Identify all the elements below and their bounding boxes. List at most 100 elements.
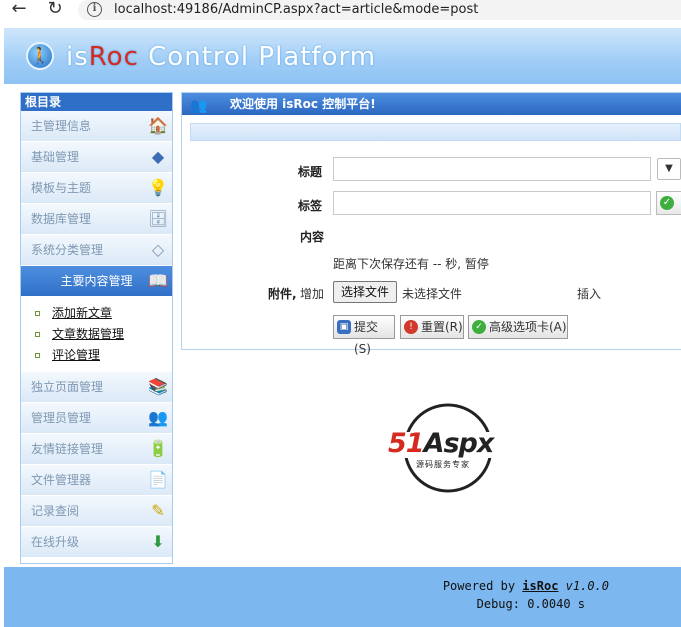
file-icon: 📄 — [148, 470, 168, 489]
panel-subheader — [190, 123, 681, 141]
sidebar-item-links[interactable]: 友情链接管理 🔋 — [21, 434, 172, 465]
sidebar-item-upgrade[interactable]: 在线升级 ⬇ — [21, 527, 172, 558]
powered-name-link[interactable]: isRoc — [522, 579, 558, 593]
sidebar-item-pages[interactable]: 独立页面管理 📚 — [21, 372, 172, 403]
sidebar-item-label: 模板与主题 — [31, 181, 92, 195]
tag-confirm-button[interactable]: ✓ — [656, 191, 681, 215]
chevron-down-icon: ▼ — [665, 163, 673, 174]
tag-icon: ◇ — [151, 240, 165, 259]
sidebar-item-logs[interactable]: 记录查阅 ✎ — [21, 496, 172, 527]
brand-tagline: 源码服务专家 — [416, 460, 470, 469]
sidebar-item-label: 记录查阅 — [31, 504, 80, 518]
bullet-icon — [35, 353, 40, 358]
footer: Powered by isRoc v1.0.0 Debug: 0.0040 s — [4, 567, 681, 627]
advanced-label: 高级选项卡(A) — [489, 320, 567, 334]
sidebar-item-label: 主管理信息 — [31, 119, 92, 133]
sidebar-item-database[interactable]: 数据库管理 🗄 — [21, 204, 172, 235]
reset-label: 重置(R) — [421, 320, 463, 334]
content-label: 内容 — [300, 230, 325, 244]
sidebar-item-label: 管理员管理 — [31, 411, 92, 425]
title-select[interactable]: ▼ — [657, 158, 681, 180]
logo-rest: Control Platform — [138, 42, 377, 72]
back-icon[interactable]: ← — [8, 0, 30, 22]
powered-by: Powered by isRoc v1.0.0 — [443, 579, 609, 593]
logo-roc: Roc — [88, 42, 139, 72]
brand-logo: 51Aspx 源码服务专家 — [386, 402, 510, 494]
sidebar-item-label: 基础管理 — [31, 150, 80, 164]
panel-title: 欢迎使用 isRoc 控制平台! — [230, 97, 376, 111]
autosave-status: 距离下次保存还有 -- 秒, 暂停 — [333, 257, 489, 271]
sidebar-item-files[interactable]: 文件管理器 📄 — [21, 465, 172, 496]
warning-icon: ! — [404, 320, 418, 334]
submit-button[interactable]: ▣ 提交(S) — [333, 315, 395, 356]
powered-prefix: Powered by — [442, 579, 523, 593]
attachment-add-link[interactable]: 增加 — [300, 285, 324, 302]
title-label: 标题 — [298, 165, 323, 179]
database-icon: 🗄 — [148, 209, 169, 228]
lightbulb-icon: 💡 — [148, 178, 168, 197]
tag-input[interactable] — [333, 191, 651, 215]
url-text: localhost:49186/AdminCP.aspx?act=article… — [114, 2, 479, 17]
book-icon: 📖 — [148, 271, 168, 290]
no-file-text: 未选择文件 — [402, 287, 463, 301]
sidebar-item-admins[interactable]: 管理员管理 👥 — [21, 403, 172, 434]
browser-toolbar: ← ↻ i localhost:49186/AdminCP.aspx?act=a… — [0, 0, 681, 22]
house-icon: 🏠 — [148, 116, 168, 135]
submenu-item: 添加新文章 — [35, 303, 172, 324]
users-icon: 👥 — [190, 98, 208, 114]
title-input[interactable] — [333, 157, 651, 181]
logo-is: is — [66, 42, 89, 72]
battery-icon: 🔋 — [148, 439, 168, 458]
sidebar-submenu: 添加新文章 文章数据管理 评论管理 — [21, 297, 172, 372]
choose-file-button[interactable]: 选择文件 — [333, 281, 398, 303]
pencil-icon: ✎ — [151, 501, 165, 520]
sidebar-item-content[interactable]: 主要内容管理 📖 — [21, 266, 172, 297]
sidebar-item-main-info[interactable]: 主管理信息 🏠 — [21, 111, 172, 142]
reload-icon[interactable]: ↻ — [44, 0, 66, 22]
app-window: 🚶 isRoc Control Platform 根目录 主管理信息 🏠 基础管… — [4, 28, 681, 627]
sidebar-item-label: 文件管理器 — [31, 473, 92, 487]
sidebar: 根目录 主管理信息 🏠 基础管理 ◆ 模板与主题 💡 数据库管理 🗄 系统分类管… — [20, 92, 173, 564]
books-icon: 📚 — [148, 377, 168, 396]
users-icon: 👥 — [148, 408, 168, 427]
sidebar-item-label: 友情链接管理 — [31, 442, 104, 456]
sidebar-item-templates[interactable]: 模板与主题 💡 — [21, 173, 172, 204]
submenu-item: 评论管理 — [35, 345, 172, 366]
main-area: 根目录 主管理信息 🏠 基础管理 ◆ 模板与主题 💡 数据库管理 🗄 系统分类管… — [4, 84, 681, 567]
sidebar-item-label: 在线升级 — [31, 535, 80, 549]
submenu-item: 文章数据管理 — [35, 324, 172, 345]
brand-51: 51 — [388, 428, 425, 459]
advanced-options-button[interactable]: ✓ 高级选项卡(A) — [468, 315, 568, 339]
comment-manage-link[interactable]: 评论管理 — [52, 348, 100, 362]
insert-link[interactable]: 插入 — [577, 285, 601, 302]
sidebar-item-categories[interactable]: 系统分类管理 ◇ — [21, 235, 172, 266]
tag-label: 标签 — [298, 199, 323, 213]
panel-header: 👥 欢迎使用 isRoc 控制平台! — [182, 93, 681, 115]
powered-version: v1.0.0 — [558, 579, 609, 593]
brand-wordmark: 51Aspx — [388, 428, 495, 459]
sidebar-item-label: 独立页面管理 — [31, 380, 104, 394]
debug-info: Debug: 0.0040 s — [476, 597, 585, 611]
logo-text: isRoc Control Platform — [66, 42, 376, 72]
header: 🚶 isRoc Control Platform — [4, 28, 681, 84]
content-panel: 👥 欢迎使用 isRoc 控制平台! 标题 ▼ 标签 ✓ 内容 距离下次保存还有… — [181, 92, 681, 356]
bullet-icon — [35, 311, 40, 316]
article-data-link[interactable]: 文章数据管理 — [52, 327, 124, 341]
address-bar[interactable]: i localhost:49186/AdminCP.aspx?act=artic… — [78, 0, 681, 20]
sidebar-item-label: 主要内容管理 — [60, 274, 133, 288]
attachment-label: 附件, — [268, 287, 297, 301]
add-article-link[interactable]: 添加新文章 — [52, 306, 112, 320]
bullet-icon — [35, 332, 40, 337]
save-icon: ▣ — [337, 320, 351, 334]
sidebar-item-label: 数据库管理 — [31, 212, 92, 226]
info-icon[interactable]: i — [87, 2, 102, 17]
sidebar-item-basic[interactable]: 基础管理 ◆ — [21, 142, 172, 173]
sidebar-title: 根目录 — [21, 93, 172, 111]
check-icon: ✓ — [472, 320, 486, 334]
logo-icon: 🚶 — [26, 42, 54, 70]
sidebar-item-label: 系统分类管理 — [31, 243, 104, 257]
cube-icon: ◆ — [151, 147, 165, 166]
download-icon: ⬇ — [151, 532, 165, 551]
brand-aspx: Aspx — [423, 428, 495, 459]
reset-button[interactable]: ! 重置(R) — [400, 315, 464, 339]
